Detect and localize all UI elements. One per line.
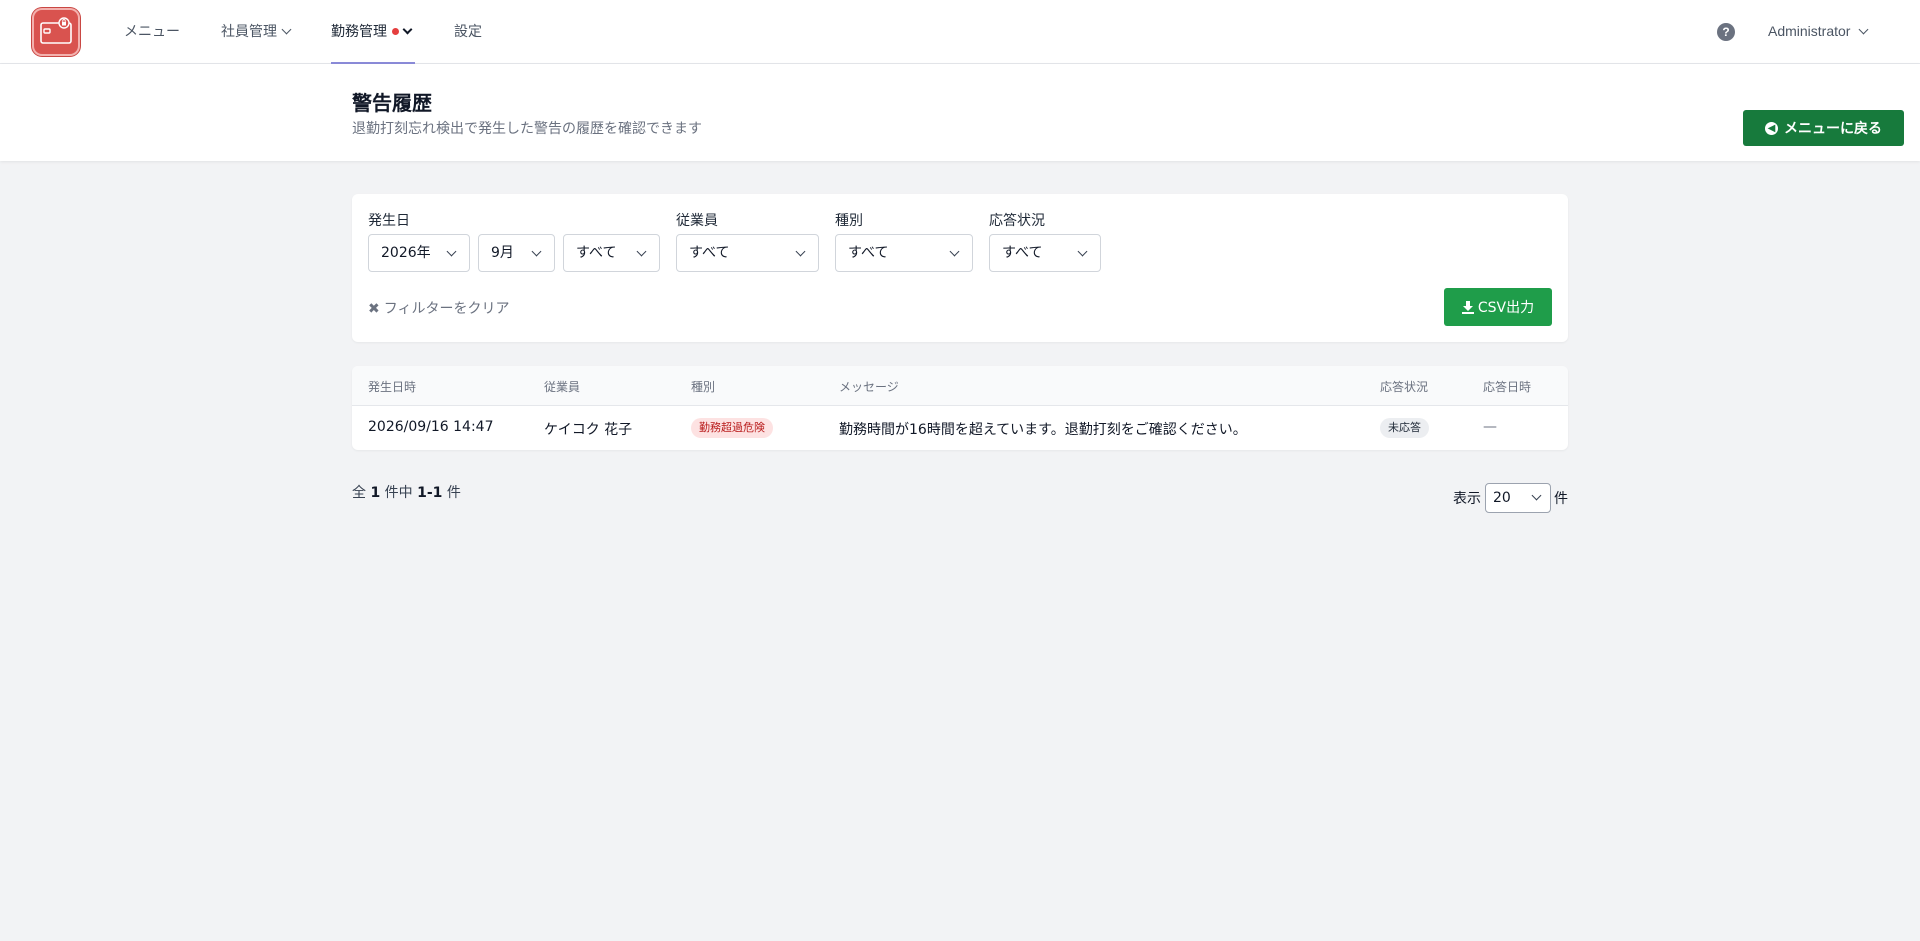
- nav-employee-label: 社員管理: [221, 24, 277, 40]
- page-title: 警告履歴: [352, 91, 432, 115]
- cell-employee: ケイコク 花子: [544, 422, 633, 438]
- nav-employee-management[interactable]: 社員管理: [221, 0, 292, 64]
- cell-message: 勤務時間が16時間を超えています。退勤打刻をご確認ください。: [839, 422, 1247, 438]
- per-page-suffix: 件: [1554, 491, 1568, 507]
- count-range: 1-1: [417, 485, 443, 501]
- nav-settings-label: 設定: [454, 24, 482, 40]
- month-select[interactable]: 9月: [478, 234, 555, 272]
- notification-dot-icon: [392, 28, 399, 35]
- user-menu[interactable]: Administrator: [1768, 0, 1869, 64]
- nav-menu[interactable]: メニュー: [124, 0, 180, 64]
- arrow-left-circle-icon: ◀: [1765, 121, 1778, 135]
- user-name: Administrator: [1768, 23, 1851, 39]
- day-select[interactable]: すべて: [563, 234, 660, 272]
- type-select-value: すべて: [848, 245, 889, 261]
- chevron-down-icon: [281, 24, 292, 35]
- nav-attendance-management[interactable]: 勤務管理: [331, 0, 415, 64]
- chevron-down-icon: [636, 246, 647, 257]
- employee-select-value: すべて: [689, 245, 730, 261]
- cell-responded-at: —: [1483, 419, 1497, 435]
- table-header: 発生日時 従業員 種別 メッセージ 応答状況 応答日時: [352, 366, 1568, 406]
- chevron-down-icon: [1077, 246, 1088, 257]
- count-suffix: 件: [446, 485, 461, 501]
- date-filter-label: 発生日: [368, 213, 410, 229]
- chevron-down-icon: [949, 246, 960, 257]
- column-header-message[interactable]: メッセージ: [839, 378, 899, 395]
- nav-menu-label: メニュー: [124, 24, 180, 40]
- column-header-responded-at[interactable]: 応答日時: [1483, 378, 1531, 395]
- employee-select[interactable]: すべて: [676, 234, 819, 272]
- status-badge: 未応答: [1380, 418, 1429, 438]
- csv-export-label: CSV出力: [1477, 300, 1535, 316]
- close-icon: ✖: [368, 301, 380, 317]
- chevron-down-icon: [795, 246, 806, 257]
- clear-filter-label: フィルターをクリア: [383, 301, 510, 317]
- year-select-value: 2026年: [381, 245, 431, 261]
- per-page-value: 20: [1493, 490, 1511, 506]
- cell-datetime: 2026/09/16 14:47: [368, 419, 494, 435]
- day-select-value: すべて: [576, 245, 617, 261]
- top-navbar: メニュー 社員管理 勤務管理 設定 ? Administrator: [0, 0, 1920, 64]
- warning-history-table: 発生日時 従業員 種別 メッセージ 応答状況 応答日時 2026/09/16 1…: [352, 366, 1568, 450]
- clear-filter-link[interactable]: ✖ フィルターをクリア: [368, 298, 509, 318]
- table-row[interactable]: 2026/09/16 14:47 ケイコク 花子 勤務超過危険 勤務時間が16時…: [352, 406, 1568, 450]
- count-prefix: 全: [352, 485, 366, 501]
- year-select[interactable]: 2026年: [368, 234, 470, 272]
- back-to-menu-label: メニューに戻る: [1784, 121, 1882, 137]
- chevron-down-icon: [531, 246, 542, 257]
- chevron-down-icon: [1531, 490, 1542, 501]
- per-page-select[interactable]: 20: [1485, 483, 1551, 513]
- page-subtitle: 退勤打刻忘れ検出で発生した警告の履歴を確認できます: [352, 121, 702, 137]
- status-select[interactable]: すべて: [989, 234, 1101, 272]
- filter-panel: 発生日 2026年 9月 すべて 従業員 すべて 種別 すべて 応答状況 すべて…: [352, 194, 1568, 342]
- month-select-value: 9月: [491, 245, 514, 261]
- result-count: 全 1 件中 1-1 件: [352, 482, 461, 502]
- type-badge: 勤務超過危険: [691, 418, 773, 438]
- column-header-employee[interactable]: 従業員: [544, 378, 580, 395]
- nav-settings[interactable]: 設定: [454, 0, 482, 64]
- type-filter-label: 種別: [835, 213, 863, 229]
- column-header-datetime[interactable]: 発生日時: [368, 378, 416, 395]
- camera-lock-icon: [40, 17, 72, 44]
- per-page-label: 表示: [1453, 491, 1481, 507]
- employee-filter-label: 従業員: [676, 213, 718, 229]
- status-filter-label: 応答状況: [989, 213, 1045, 229]
- chevron-down-icon: [446, 246, 457, 257]
- type-select[interactable]: すべて: [835, 234, 973, 272]
- help-icon[interactable]: ?: [1717, 23, 1735, 41]
- column-header-type[interactable]: 種別: [691, 378, 715, 395]
- csv-export-button[interactable]: CSV出力: [1444, 288, 1552, 326]
- back-to-menu-button[interactable]: ◀ メニューに戻る: [1743, 110, 1904, 146]
- app-logo-icon[interactable]: [32, 8, 80, 56]
- download-icon: [1461, 300, 1474, 314]
- nav-attendance-label: 勤務管理: [331, 24, 387, 40]
- page-header: 警告履歴 退勤打刻忘れ検出で発生した警告の履歴を確認できます ◀ メニューに戻る: [0, 64, 1920, 161]
- count-total: 1: [370, 485, 381, 501]
- status-select-value: すべて: [1002, 245, 1043, 261]
- chevron-down-icon: [1859, 24, 1869, 35]
- count-mid: 件中: [384, 485, 413, 501]
- column-header-status[interactable]: 応答状況: [1380, 378, 1428, 395]
- chevron-down-icon: [402, 24, 413, 35]
